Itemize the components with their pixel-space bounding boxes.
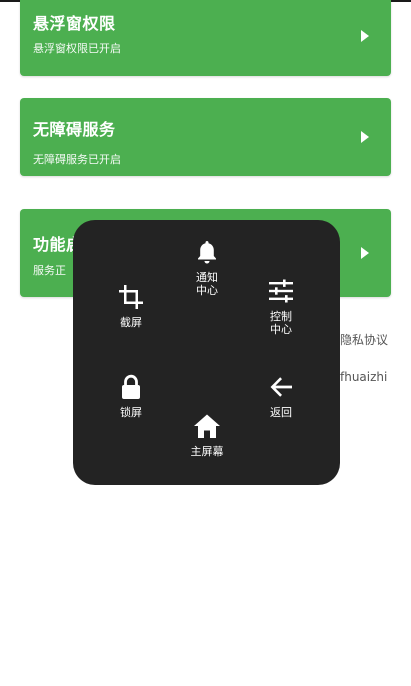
- home-button[interactable]: 主屏幕: [175, 411, 239, 458]
- card-title: 无障碍服务: [33, 120, 116, 139]
- back-label: 返回: [270, 406, 292, 419]
- screenshot-label: 截屏: [120, 316, 142, 329]
- card-subtitle: 服务正: [33, 264, 66, 277]
- notification-center-button[interactable]: 通知 中心: [179, 237, 235, 297]
- card-overlay-permission[interactable]: 悬浮窗权限 悬浮窗权限已开启: [20, 0, 391, 76]
- home-label: 主屏幕: [190, 445, 224, 458]
- app-screen: 悬浮窗权限 悬浮窗权限已开启 无障碍服务 无障碍服务已开启 功能启 服务正 隐私…: [0, 0, 411, 686]
- arrow-left-icon: [270, 377, 292, 397]
- card-title: 悬浮窗权限: [33, 14, 116, 33]
- play-arrow-icon: [361, 247, 369, 259]
- card-accessibility-service[interactable]: 无障碍服务 无障碍服务已开启: [20, 98, 391, 176]
- crop-icon: [119, 285, 143, 309]
- lock-icon: [122, 374, 140, 399]
- floating-menu-panel: 通知 中心 截屏 控制 中心 锁屏 返回 主屏幕: [73, 220, 340, 485]
- lock-screen-button[interactable]: 锁屏: [103, 372, 159, 419]
- card-subtitle: 无障碍服务已开启: [33, 153, 121, 166]
- home-icon: [194, 414, 220, 438]
- control-center-button[interactable]: 控制 中心: [253, 276, 309, 336]
- card-subtitle: 悬浮窗权限已开启: [33, 42, 121, 55]
- play-arrow-icon: [361, 30, 369, 42]
- privacy-link[interactable]: 隐私协议: [340, 331, 388, 348]
- lock-screen-label: 锁屏: [120, 406, 142, 419]
- bell-icon: [198, 241, 216, 264]
- play-arrow-icon: [361, 131, 369, 143]
- control-center-label: 控制 中心: [270, 310, 292, 336]
- notification-center-label: 通知 中心: [196, 271, 218, 297]
- author-link[interactable]: fhuaizhi: [340, 370, 387, 384]
- screenshot-button[interactable]: 截屏: [103, 282, 159, 329]
- sliders-icon: [269, 279, 293, 303]
- back-button[interactable]: 返回: [253, 372, 309, 419]
